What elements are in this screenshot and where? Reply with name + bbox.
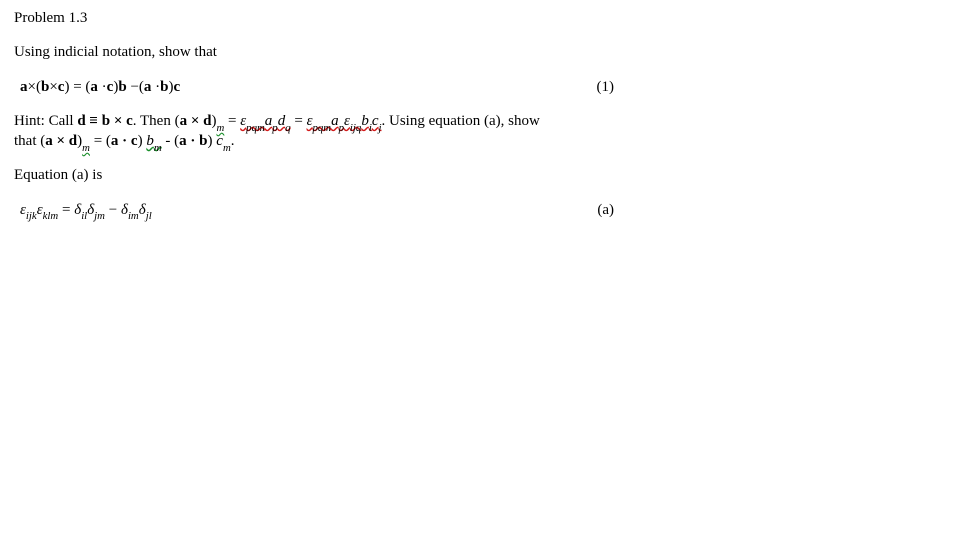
hint-eq: = — [291, 113, 307, 129]
hl2-h: - ( — [162, 133, 180, 149]
vec-b: b — [118, 79, 126, 95]
hl2-i: a · b — [179, 133, 207, 149]
hl2-k: c — [216, 133, 223, 149]
eqa-d4s: jl — [146, 210, 152, 222]
hint-term-2: εpqmapεijqbicj — [307, 113, 382, 129]
hint-line-1: Hint: Call d ≡ b × c. Then (a × d)m = εp… — [14, 111, 734, 131]
hint-after: . Using equation (a), show — [382, 113, 540, 129]
vec-b: b — [160, 79, 168, 95]
intro-text: Using indicial notation, show that — [14, 42, 734, 62]
equation-1-number: (1) — [597, 77, 735, 97]
hl2-e: a · c — [111, 133, 138, 149]
eqa-d3: δ — [121, 202, 128, 218]
hl2-k-sub: m — [223, 142, 231, 154]
eqa-d4: δ — [139, 202, 146, 218]
eqa-eq: = — [58, 202, 74, 218]
times-op: × — [49, 79, 57, 95]
hl2-l: . — [231, 133, 235, 149]
hint-sub-m: m — [216, 122, 224, 134]
eqa-sub1: ijk — [26, 210, 37, 222]
document-page: Problem 1.3 Using indicial notation, sho… — [0, 0, 734, 220]
eqa-minus: − — [105, 202, 121, 218]
times-op: × — [28, 79, 36, 95]
equation-a-body: εijkεklm = δilδjm − δimδjl — [20, 200, 152, 220]
equation-1-body: a×(b×c) = (a ·c)b −(a ·b)c — [20, 77, 180, 97]
vec-a: a — [90, 79, 98, 95]
vec-c: c — [174, 79, 181, 95]
problem-title: Problem 1.3 — [14, 8, 734, 28]
hint-line-2: that (a × d)m = (a · c) bm - (a · b) cm. — [14, 131, 734, 151]
equation-a-label: Equation (a) is — [14, 165, 734, 185]
equation-a: εijkεklm = δilδjm − δimδjl (a) — [20, 200, 734, 220]
eqa-d1s: il — [81, 210, 87, 222]
hint-pre: Hint: Call — [14, 113, 77, 129]
eqa-sub2: klm — [43, 210, 59, 222]
hl2-g: bm — [146, 133, 161, 149]
hl2-b: a × d — [45, 133, 77, 149]
minus-op: − — [130, 79, 138, 95]
vec-a: a — [20, 79, 28, 95]
hint-term-1: εpqmapdq — [240, 113, 290, 129]
hint-axd: a × d — [180, 113, 212, 129]
equation-1: a×(b×c) = (a ·c)b −(a ·b)c (1) — [20, 77, 734, 97]
hl2-j: ) — [208, 133, 217, 149]
eqa-d2s: jm — [94, 210, 105, 222]
equation-a-number: (a) — [597, 200, 734, 220]
hl2-d: = ( — [90, 133, 111, 149]
hint-def: d ≡ b × c — [77, 113, 132, 129]
hint-then: . Then ( — [133, 113, 180, 129]
hint-eq: = — [224, 113, 240, 129]
vec-a: a — [144, 79, 152, 95]
hl2-sub-m: m — [82, 142, 90, 154]
equals: = — [69, 79, 85, 95]
hl2-a: that ( — [14, 133, 45, 149]
eqa-d3s: im — [128, 210, 139, 222]
